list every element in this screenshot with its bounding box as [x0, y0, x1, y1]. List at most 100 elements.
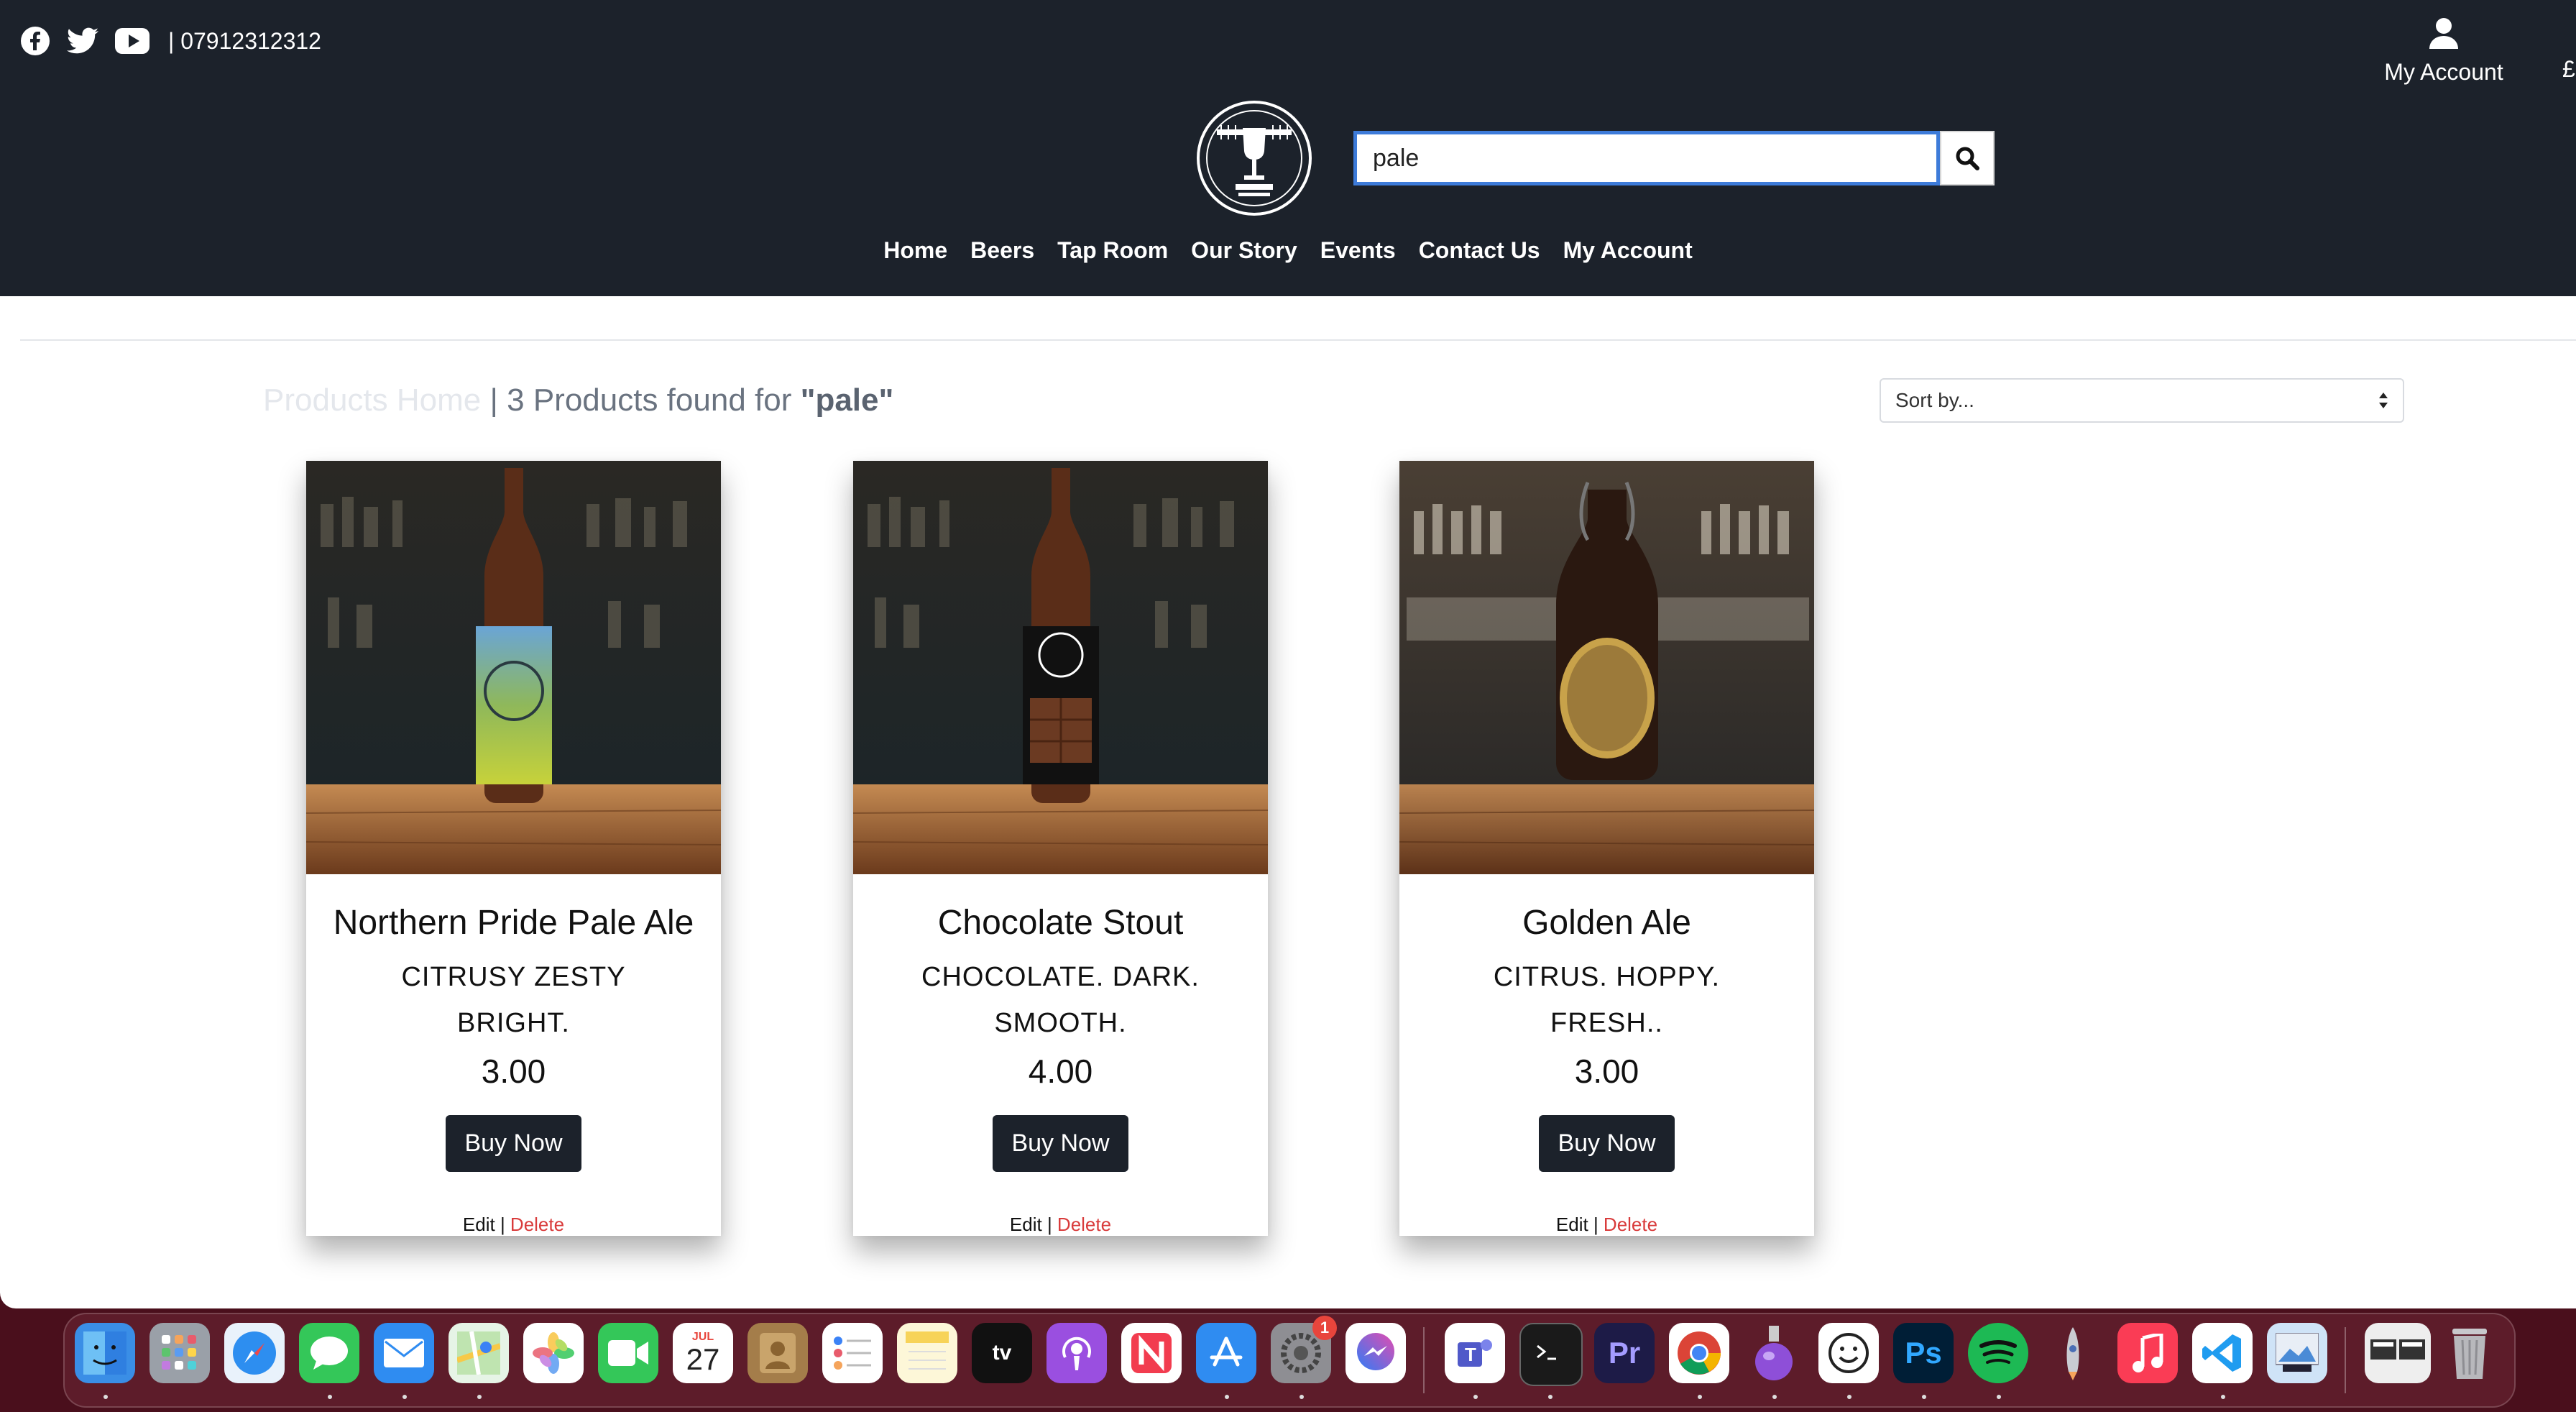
- vscode-icon[interactable]: [2192, 1323, 2253, 1383]
- safari-icon[interactable]: [224, 1323, 285, 1383]
- admin-links: Edit | Delete: [853, 1214, 1268, 1236]
- my-account-link[interactable]: My Account: [2372, 17, 2516, 86]
- music-icon[interactable]: [2117, 1323, 2178, 1383]
- select-arrows-icon: [2379, 393, 2388, 408]
- macos-dock: JUL 27 tv 1 T Pr Ps: [63, 1313, 2516, 1408]
- reminders-icon[interactable]: [822, 1323, 883, 1383]
- premiere-pro-icon[interactable]: Pr: [1594, 1323, 1655, 1383]
- maps-icon[interactable]: [448, 1323, 509, 1383]
- photos-icon[interactable]: [523, 1323, 584, 1383]
- apple-tv-label: tv: [992, 1341, 1012, 1365]
- trash-icon[interactable]: [2439, 1323, 2500, 1383]
- youtube-icon[interactable]: [115, 28, 150, 54]
- messenger-icon[interactable]: [1346, 1323, 1406, 1383]
- buy-now-button[interactable]: Buy Now: [446, 1115, 581, 1172]
- premiere-label: Pr: [1608, 1336, 1641, 1370]
- results-count: | 3 Products found for: [489, 382, 792, 418]
- product-price: 3.00: [1574, 1053, 1639, 1090]
- product-name[interactable]: Chocolate Stout: [853, 903, 1268, 943]
- notes-icon[interactable]: [897, 1323, 957, 1383]
- buy-now-button[interactable]: Buy Now: [993, 1115, 1128, 1172]
- finder-icon[interactable]: [75, 1323, 135, 1383]
- search-input[interactable]: [1353, 131, 1940, 185]
- nav-our-story[interactable]: Our Story: [1191, 237, 1297, 264]
- contacts-icon[interactable]: [748, 1323, 808, 1383]
- mail-icon[interactable]: [374, 1323, 434, 1383]
- preview-icon[interactable]: [2267, 1323, 2327, 1383]
- apple-tv-icon[interactable]: tv: [972, 1323, 1032, 1383]
- product-description: CITRUSY ZESTY BRIGHT.: [401, 962, 626, 1038]
- facebook-icon[interactable]: [20, 26, 50, 56]
- teams-icon[interactable]: T: [1445, 1323, 1505, 1383]
- product-price: 4.00: [1028, 1053, 1093, 1090]
- edit-link[interactable]: Edit: [463, 1214, 495, 1235]
- results-query: "pale": [800, 382, 894, 418]
- photoshop-icon[interactable]: Ps: [1893, 1323, 1954, 1383]
- product-name[interactable]: Golden Ale: [1399, 903, 1814, 943]
- site-header: | 07912312312 My Account £ pale Home Bee…: [0, 0, 2576, 296]
- smiley-app-icon[interactable]: [1818, 1323, 1879, 1383]
- nav-events[interactable]: Events: [1320, 237, 1396, 264]
- admin-separator: |: [1588, 1214, 1604, 1235]
- spotify-icon[interactable]: [1968, 1323, 2028, 1383]
- product-description: CHOCOLATE. DARK. SMOOTH.: [921, 962, 1200, 1038]
- delete-link[interactable]: Delete: [1604, 1214, 1657, 1235]
- product-card: Chocolate Stout CHOCOLATE. DARK. SMOOTH.…: [853, 461, 1268, 1236]
- nav-home[interactable]: Home: [883, 237, 947, 264]
- rocket-app-icon[interactable]: [2043, 1323, 2103, 1383]
- product-description: CITRUS. HOPPY. FRESH..: [1493, 962, 1721, 1038]
- svg-text:T: T: [1465, 1344, 1476, 1365]
- user-icon: [2429, 18, 2458, 49]
- chrome-icon[interactable]: [1669, 1323, 1729, 1383]
- admin-links: Edit | Delete: [306, 1214, 721, 1236]
- flask-app-icon[interactable]: [1744, 1323, 1804, 1383]
- nav-my-account[interactable]: My Account: [1563, 237, 1693, 264]
- notification-badge: 1: [1312, 1316, 1337, 1340]
- twitter-icon[interactable]: [66, 27, 99, 55]
- sort-select[interactable]: Sort by...: [1880, 378, 2404, 423]
- results-summary: Products Home | 3 Products found for "pa…: [263, 382, 893, 418]
- phone-number: | 07912312312: [168, 27, 321, 54]
- basket-total[interactable]: £: [2562, 56, 2575, 83]
- browser-viewport: | 07912312312 My Account £ pale Home Bee…: [0, 0, 2576, 1308]
- downloads-stack-icon[interactable]: [2365, 1323, 2431, 1383]
- admin-links: Edit | Delete: [1399, 1214, 1814, 1236]
- product-image[interactable]: [1399, 461, 1814, 874]
- admin-separator: |: [1041, 1214, 1057, 1235]
- search-bar: [1353, 131, 1995, 185]
- nav-contact-us[interactable]: Contact Us: [1419, 237, 1540, 264]
- terminal-icon[interactable]: [1519, 1323, 1583, 1386]
- delete-link[interactable]: Delete: [1057, 1214, 1111, 1235]
- photoshop-label: Ps: [1905, 1336, 1942, 1370]
- divider: [20, 339, 2576, 341]
- delete-link[interactable]: Delete: [510, 1214, 564, 1235]
- sort-selected-value: Sort by...: [1895, 389, 1974, 411]
- calendar-icon[interactable]: JUL 27: [673, 1323, 733, 1383]
- nav-tap-room[interactable]: Tap Room: [1057, 237, 1168, 264]
- product-price: 3.00: [481, 1053, 546, 1090]
- search-button[interactable]: [1940, 131, 1995, 185]
- search-icon: [1956, 147, 1979, 170]
- admin-separator: |: [494, 1214, 510, 1235]
- facetime-icon[interactable]: [598, 1323, 658, 1383]
- edit-link[interactable]: Edit: [1556, 1214, 1588, 1235]
- system-settings-icon[interactable]: 1: [1271, 1316, 1337, 1383]
- main-nav: Home Beers Tap Room Our Story Events Con…: [0, 237, 2576, 264]
- social-links: | 07912312312: [20, 26, 321, 56]
- product-name[interactable]: Northern Pride Pale Ale: [306, 903, 721, 943]
- breadcrumb-products-home[interactable]: Products Home: [263, 382, 481, 418]
- product-card: Golden Ale CITRUS. HOPPY. FRESH.. 3.00 B…: [1399, 461, 1814, 1236]
- product-image[interactable]: [306, 461, 721, 874]
- product-card: Northern Pride Pale Ale CITRUSY ZESTY BR…: [306, 461, 721, 1236]
- messages-icon[interactable]: [299, 1323, 359, 1383]
- calendar-day: 27: [686, 1342, 720, 1376]
- buy-now-button[interactable]: Buy Now: [1539, 1115, 1675, 1172]
- product-image[interactable]: [853, 461, 1268, 874]
- launchpad-icon[interactable]: [150, 1323, 210, 1383]
- podcasts-icon[interactable]: [1046, 1323, 1107, 1383]
- app-store-icon[interactable]: [1196, 1323, 1256, 1383]
- news-icon[interactable]: [1121, 1323, 1182, 1383]
- brewery-logo[interactable]: [1195, 99, 1313, 217]
- edit-link[interactable]: Edit: [1010, 1214, 1042, 1235]
- nav-beers[interactable]: Beers: [970, 237, 1034, 264]
